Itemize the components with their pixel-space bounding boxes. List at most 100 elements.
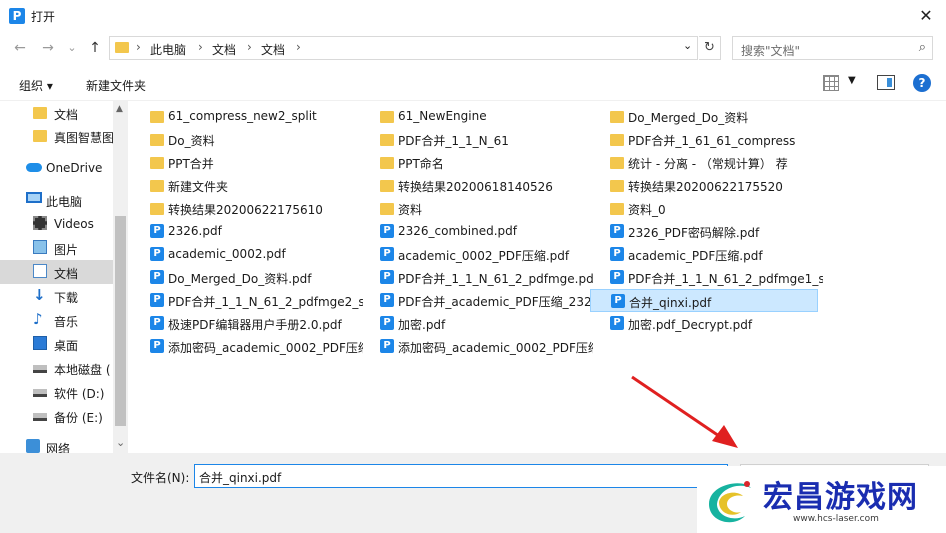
breadcrumb-documents[interactable]: 文档 [212,41,236,58]
sidebar-item-documents[interactable]: 文档 [0,260,113,284]
pdf-file-icon: P [150,270,164,284]
folder-icon [150,203,164,215]
pdf-file-icon: P [380,247,394,261]
pdf-file-icon: P [150,339,164,353]
file-name: PDF合并_1_1_N_61_2_pdfmge2_sp... [168,295,363,309]
file-name: 转换结果20200622175520 [628,180,783,194]
folder-icon [380,203,394,215]
watermark-brand: 宏昌游戏网 [763,480,918,515]
sidebar-item-drive-d[interactable]: 软件 (D:) [0,380,113,404]
pdf-file-item[interactable]: P 添加密码_academic_0002_PDF压缩... [130,335,363,358]
pdf-file-item[interactable]: P PDF合并_1_1_N_61_2_pdfmge.pdf [360,266,593,289]
refresh-button[interactable]: ↻ [699,36,721,60]
pdf-file-item[interactable]: P 加密.pdf_Decrypt.pdf [590,312,818,335]
file-name: 61_NewEngine [398,109,487,123]
pdf-file-item[interactable]: P 2326.pdf [130,220,360,243]
folder-icon [380,157,394,169]
pdf-file-item[interactable]: P Do_Merged_Do_资料.pdf [130,266,360,289]
view-grid-icon[interactable] [823,75,839,91]
address-bar[interactable]: › 此电脑 › 文档 › 文档 › ⌄ [109,36,698,60]
folder-item[interactable]: 资料_0 [590,197,818,220]
filename-input[interactable]: 合并_qinxi.pdf [194,464,728,488]
sidebar-item-folder[interactable]: 真图智慧图 [0,124,114,148]
sidebar-item-music[interactable]: ♪ 音乐 [0,308,113,332]
folder-icon [150,111,164,123]
folder-item[interactable]: 新建文件夹 [130,174,360,197]
pdf-file-item[interactable]: P 2326_combined.pdf [360,220,590,243]
pdf-file-item[interactable]: P 添加密码_academic_0002_PDF压缩... [360,335,593,358]
folder-item[interactable]: 资料 [360,197,590,220]
organize-button[interactable]: 组织 ▾ [19,77,53,94]
sidebar-item-pictures[interactable]: 图片 [0,236,113,260]
file-name: Do_资料 [168,134,215,148]
forward-arrow-icon[interactable]: → [38,37,58,59]
address-dropdown-icon[interactable]: ⌄ [683,39,692,52]
pdf-file-item[interactable]: P 极速PDF编辑器用户手册2.0.pdf [130,312,360,335]
back-arrow-icon[interactable]: ← [10,37,30,59]
folder-item[interactable]: PPT合并 [130,151,360,174]
folder-item[interactable]: PDF合并_1_1_N_61 [360,128,590,151]
pdf-file-item[interactable]: P 合并_qinxi.pdf [590,289,818,312]
pdf-file-item[interactable]: P PDF合并_1_1_N_61_2_pdfmge2_sp... [130,289,363,312]
cloud-icon [26,163,42,172]
folder-item[interactable]: 统计 - 分离 - （常规计算） 荐 [590,151,818,174]
file-name: Do_Merged_Do_资料.pdf [168,272,312,286]
folder-item[interactable]: PPT命名 [360,151,590,174]
folder-item[interactable]: PDF合并_1_61_61_compress [590,128,818,151]
sidebar-scrollbar[interactable]: ▲ ⌄ [113,101,128,453]
pdf-file-item[interactable]: P PDF合并_1_1_N_61_2_pdfmge1_sp... [590,266,823,289]
view-dropdown-icon[interactable]: ▼ [848,75,856,86]
folder-item[interactable]: 61_compress_new2_split [130,105,360,128]
sidebar-item-network[interactable]: 网络 [0,435,113,453]
recent-locations-icon[interactable]: ⌄ [62,37,82,59]
help-icon[interactable]: ? [913,74,931,92]
file-name: 转换结果20200622175610 [168,203,323,217]
folder-item[interactable]: 转换结果20200622175520 [590,174,818,197]
folder-item[interactable]: Do_资料 [130,128,360,151]
file-name: 2326.pdf [168,224,222,238]
pdf-file-item[interactable]: P 加密.pdf [360,312,590,335]
file-name: PDF合并_1_61_61_compress [628,134,796,148]
folder-item[interactable]: 转换结果20200622175610 [130,197,360,220]
folder-item[interactable]: 61_NewEngine [360,105,590,128]
up-arrow-icon[interactable]: ↑ [85,37,105,59]
pdf-file-icon: P [610,247,624,261]
folder-item[interactable]: 转换结果20200618140526 [360,174,590,197]
sidebar-item-downloads[interactable]: ↓ 下载 [0,284,113,308]
sidebar-item-onedrive[interactable]: OneDrive [0,156,113,180]
sidebar-item-documents-pinned[interactable]: 文档 [0,101,113,125]
new-folder-button[interactable]: 新建文件夹 [86,77,146,94]
sidebar-item-this-pc[interactable]: 此电脑 [0,188,113,212]
scroll-up-icon[interactable]: ▲ [116,104,123,114]
pdf-file-item[interactable]: P PDF合并_academic_PDF压缩_2326... [360,289,593,312]
pdf-file-item[interactable]: Pacademic_PDF压缩.pdf [590,243,818,266]
sidebar-item-videos[interactable]: Videos [0,212,113,236]
search-input[interactable]: 搜索"文档" ⌕ [732,36,933,60]
title-bar: P 打开 ✕ [0,0,946,32]
sidebar-item-drive-e[interactable]: 备份 (E:) [0,404,113,428]
close-button[interactable]: ✕ [914,4,938,28]
pdf-file-item[interactable]: P 2326_PDF密码解除.pdf [590,220,818,243]
desktop-icon [33,336,47,350]
file-name: academic_0002.pdf [168,247,286,261]
pdf-file-icon: P [150,316,164,330]
file-name: academic_PDF压缩.pdf [628,249,763,263]
sidebar-item-label: 桌面 [54,339,79,353]
navigation-pane: 文档 真图智慧图 OneDrive 此电脑 Videos 图片 文档 ↓ 下载 … [0,101,128,453]
scroll-down-icon[interactable]: ⌄ [116,436,125,449]
drive-icon [33,389,47,397]
breadcrumb-documents-sub[interactable]: 文档 [261,41,285,58]
pdf-file-icon: P [380,224,394,238]
pdf-file-item[interactable]: Pacademic_0002_PDF压缩.pdf [360,243,590,266]
breadcrumb-this-pc[interactable]: 此电脑 [150,41,186,58]
preview-pane-icon[interactable] [877,75,895,90]
network-icon [26,439,40,453]
sidebar-item-desktop[interactable]: 桌面 [0,332,113,356]
drive-icon [33,365,47,373]
scrollbar-thumb[interactable] [115,216,126,426]
sidebar-item-local-disk[interactable]: 本地磁盘 ( [0,356,113,380]
folder-item[interactable]: Do_Merged_Do_资料 [590,105,818,128]
pdf-file-item[interactable]: Pacademic_0002.pdf [130,243,360,266]
file-name: Do_Merged_Do_资料 [628,111,749,125]
file-name: 2326_PDF密码解除.pdf [628,226,760,240]
